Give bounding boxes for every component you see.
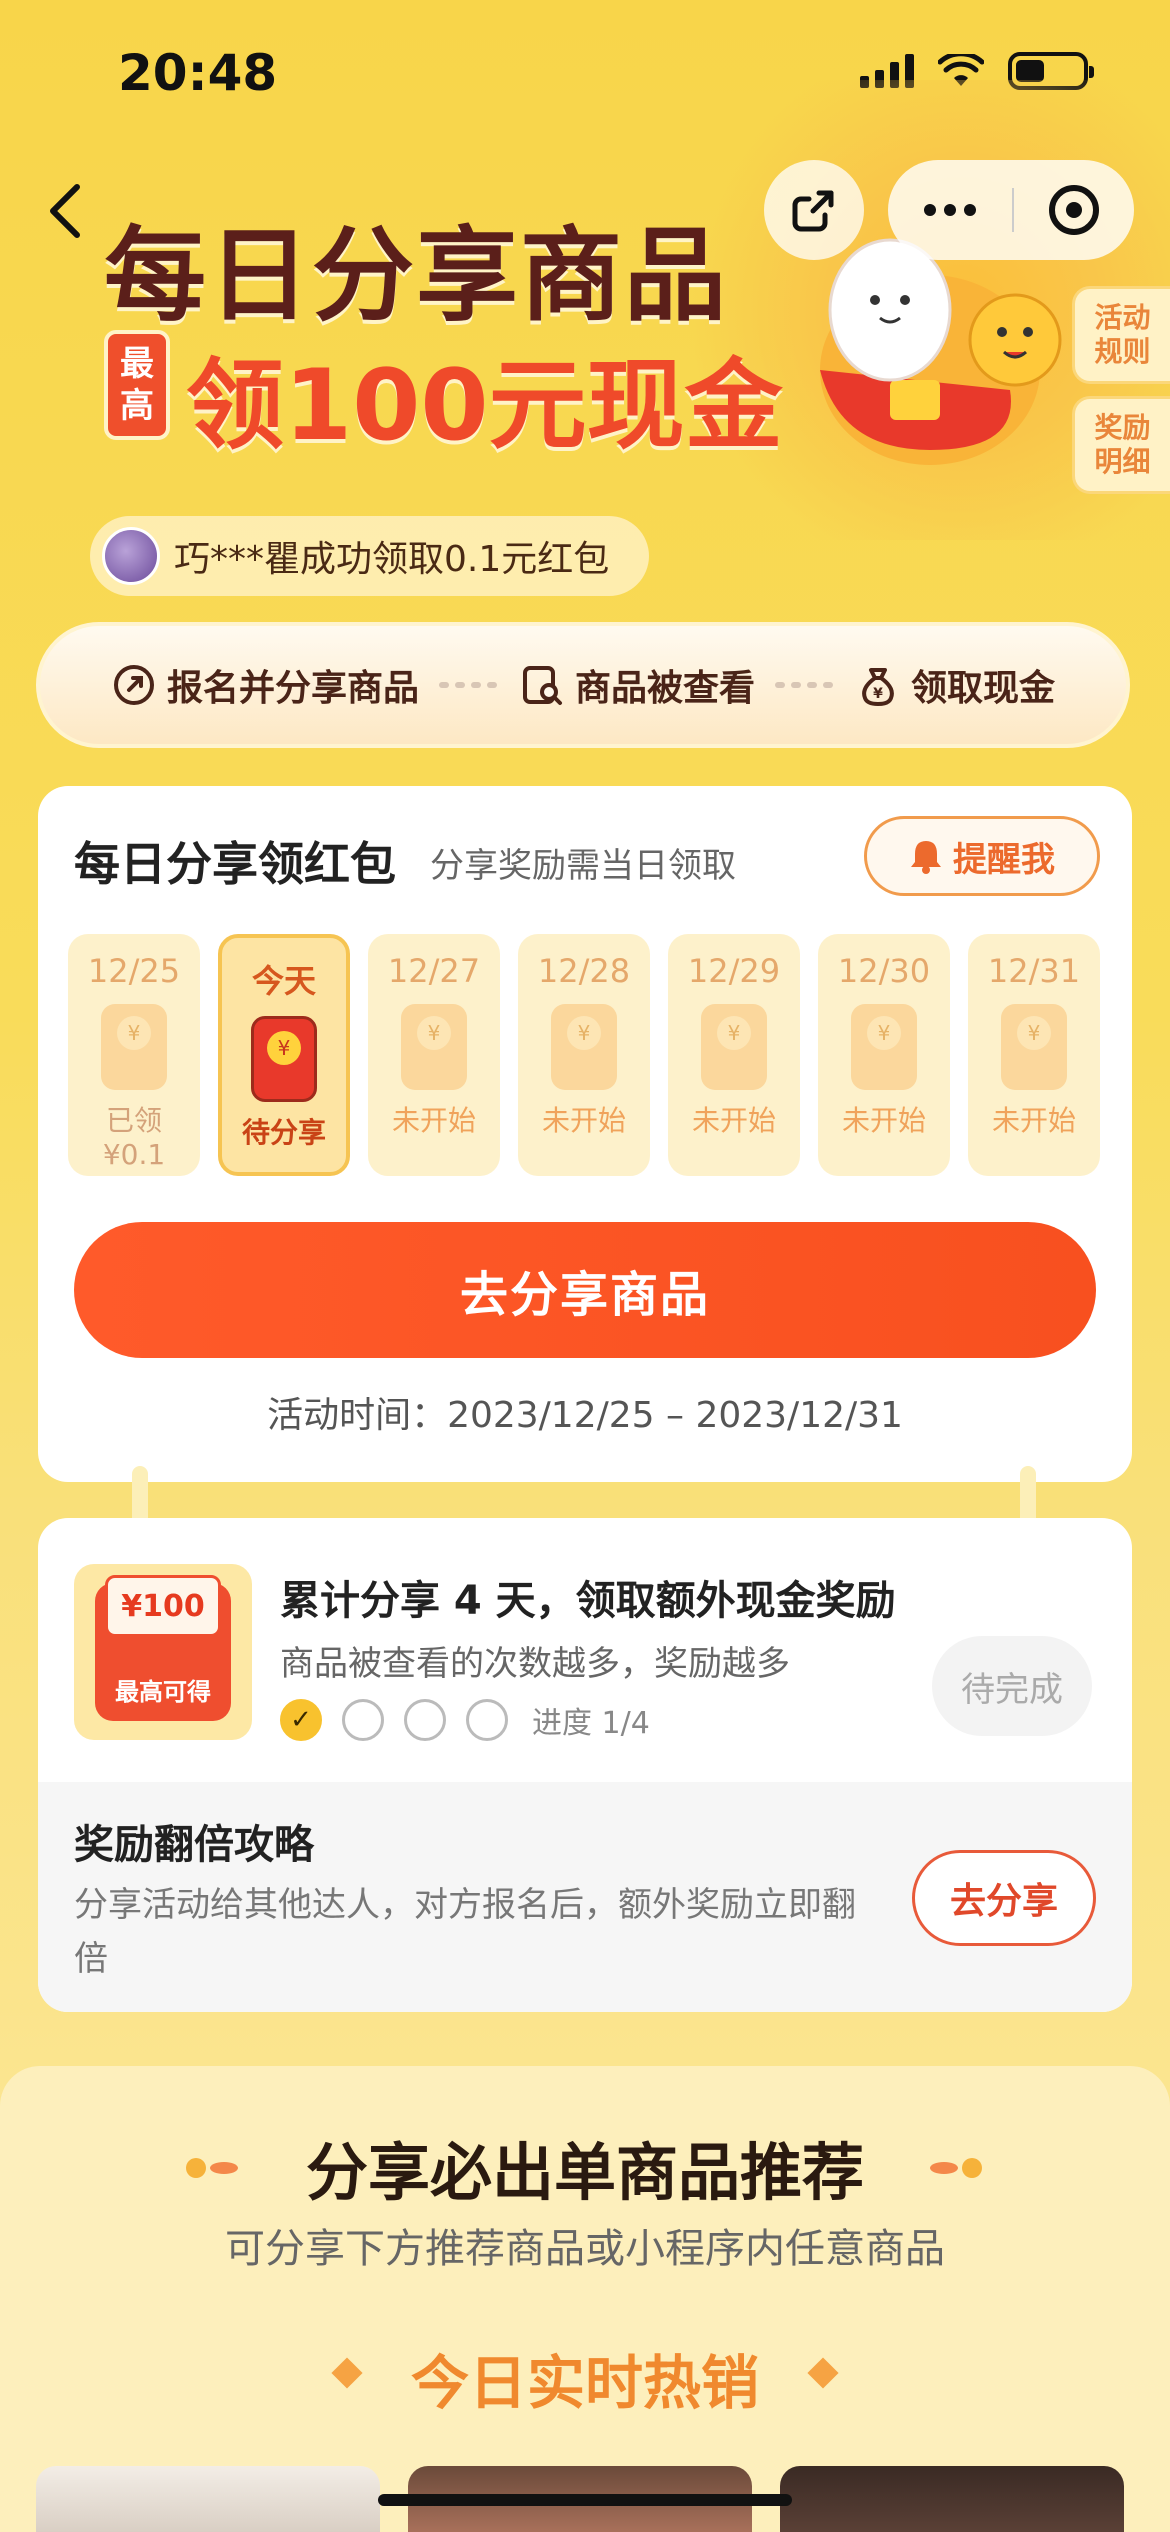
red-envelope-icon: ¥100 最高可得	[95, 1575, 231, 1721]
recommend-section: 分享必出单商品推荐 可分享下方推荐商品或小程序内任意商品 今日实时热销	[0, 2066, 1170, 2532]
more-button[interactable]	[888, 160, 1012, 260]
share-icon	[113, 665, 154, 705]
arrow-icon	[438, 682, 499, 688]
step-viewed: 商品被查看	[519, 659, 755, 711]
daily-share-card: 每日分享领红包 分享奖励需当日领取 提醒我 12/25 ¥ 已领 ¥0.1 今天 …	[38, 786, 1132, 1482]
red-envelope-icon: ¥	[1001, 1004, 1067, 1090]
daily-subtitle: 分享奖励需当日领取	[430, 846, 736, 886]
tips-title: 奖励翻倍攻略	[74, 1822, 314, 1868]
avatar	[102, 527, 160, 585]
share-products-button[interactable]: 去分享商品	[74, 1222, 1096, 1358]
day-item: 12/29 ¥ 未开始	[668, 934, 800, 1176]
reward-envelope: ¥100 最高可得	[74, 1564, 252, 1740]
red-envelope-icon: ¥	[401, 1004, 467, 1090]
hero-title: 每日分享商品	[104, 217, 728, 336]
ticker-text: 巧***瞿成功领取0.1元红包	[174, 539, 610, 580]
view-icon	[522, 666, 562, 705]
daily-title: 每日分享领红包	[74, 837, 396, 891]
status-time: 20:48	[118, 44, 278, 102]
side-tab-reward-details[interactable]: 奖励 明细	[1072, 396, 1170, 494]
progress-dot	[404, 1699, 446, 1741]
hero-badge-top: 最	[120, 344, 154, 384]
day-list: 12/25 ¥ 已领 ¥0.1 今天 ¥ 待分享 12/27 ¥ 未开始 12/2…	[68, 934, 1100, 1176]
recommend-subtitle: 可分享下方推荐商品或小程序内任意商品	[225, 2226, 945, 2272]
home-indicator	[378, 2494, 792, 2506]
cumulative-title: 累计分享 4 天，领取额外现金奖励	[280, 1578, 896, 1624]
sparkle-decoration	[930, 2158, 982, 2178]
progress-label: 进度 1/4	[532, 1706, 650, 1741]
day-item: 12/27 ¥ 未开始	[368, 934, 500, 1176]
progress-indicator: ✓ 进度 1/4	[280, 1698, 650, 1742]
close-miniprogram-button[interactable]	[1014, 185, 1134, 235]
hero-badge-bottom: 高	[120, 386, 154, 426]
day-item: 12/28 ¥ 未开始	[518, 934, 650, 1176]
back-button[interactable]	[30, 176, 100, 246]
red-envelope-icon: ¥	[101, 1004, 167, 1090]
cumulative-reward-card: ¥100 最高可得 累计分享 4 天，领取额外现金奖励 商品被查看的次数越多，奖…	[38, 1518, 1132, 2012]
day-item-today[interactable]: 今天 ¥ 待分享	[218, 934, 350, 1176]
progress-dot	[466, 1699, 508, 1741]
pending-button[interactable]: 待完成	[932, 1636, 1092, 1736]
red-envelope-icon: ¥	[701, 1004, 767, 1090]
remind-me-button[interactable]: 提醒我	[864, 816, 1100, 896]
side-tab-rules[interactable]: 活动 规则	[1072, 286, 1170, 384]
hero-subtitle: 领100元现金	[186, 349, 783, 463]
miniprogram-capsule	[888, 160, 1134, 260]
bell-icon	[911, 841, 941, 874]
progress-dot-done: ✓	[280, 1699, 322, 1741]
hero-badge: 最 高	[104, 330, 170, 440]
share-icon	[792, 190, 834, 232]
red-envelope-icon: ¥	[251, 1016, 317, 1102]
red-envelope-icon: ¥	[851, 1004, 917, 1090]
product-thumbnail[interactable]	[780, 2466, 1124, 2532]
step-claim-cash: ¥ 领取现金	[855, 659, 1055, 711]
red-envelope-icon: ¥	[551, 1004, 617, 1090]
money-bag-icon: ¥	[862, 668, 894, 707]
day-item: 12/31 ¥ 未开始	[968, 934, 1100, 1176]
target-icon	[1049, 185, 1099, 235]
product-thumbnail[interactable]	[36, 2466, 380, 2532]
hot-sales-title: 今日实时热销	[410, 2349, 759, 2417]
tips-text: 分享活动给其他达人，对方报名后，额外奖励立即翻倍	[74, 1885, 856, 1979]
cumulative-subtitle: 商品被查看的次数越多，奖励越多	[280, 1644, 790, 1684]
chevron-left-icon	[50, 184, 80, 238]
steps-bar: 报名并分享商品 商品被查看 ¥ 领取现金	[36, 622, 1130, 748]
day-item: 12/25 ¥ 已领 ¥0.1	[68, 934, 200, 1176]
step-register-share: 报名并分享商品	[111, 659, 419, 711]
winner-ticker: 巧***瞿成功领取0.1元红包	[90, 516, 650, 596]
day-item: 12/30 ¥ 未开始	[818, 934, 950, 1176]
share-capsule-button[interactable]	[764, 160, 864, 260]
recommend-title: 分享必出单商品推荐	[305, 2136, 864, 2209]
activity-period: 活动时间：2023/12/25 – 2023/12/31	[267, 1395, 903, 1436]
arrow-icon	[775, 682, 835, 688]
double-reward-tips: 奖励翻倍攻略 分享活动给其他达人，对方报名后，额外奖励立即翻倍 去分享	[38, 1782, 1132, 2012]
share-activity-button[interactable]: 去分享	[912, 1850, 1096, 1946]
progress-dot	[342, 1699, 384, 1741]
svg-text:¥: ¥	[873, 686, 883, 702]
